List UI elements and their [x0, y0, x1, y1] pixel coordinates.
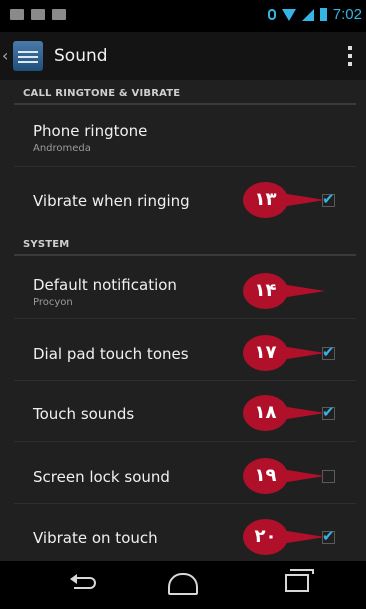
action-bar: ‹ Sound: [0, 32, 366, 80]
section-divider: [14, 103, 356, 105]
divider: [14, 166, 356, 167]
annotation-marker: ۲۰: [243, 519, 327, 555]
system-icons: 7:02: [267, 6, 362, 23]
settings-list: CALL RINGTONE & VIBRATE Phone ringtone A…: [0, 80, 366, 561]
signal-icon: [301, 8, 314, 21]
marker-number: ۲۰: [243, 519, 288, 555]
setting-summary: Andromeda: [33, 143, 91, 154]
clock: 7:02: [332, 6, 362, 23]
divider: [14, 503, 356, 504]
back-icon[interactable]: [70, 574, 98, 590]
status-bar: 7:02: [0, 0, 366, 32]
up-caret-icon[interactable]: ‹: [2, 46, 8, 65]
annotation-marker: ۱۸: [243, 395, 327, 431]
message-icon: [31, 9, 45, 20]
setting-title: Phone ringtone: [33, 122, 148, 140]
image-icon: [52, 9, 66, 20]
recent-apps-icon[interactable]: [285, 569, 314, 592]
annotation-marker: ۱۹: [243, 458, 327, 494]
marker-number: ۱۴: [243, 273, 288, 309]
divider: [14, 318, 356, 319]
page-title: Sound: [54, 46, 108, 66]
notification-icons: [10, 9, 66, 20]
annotation-marker: ۱۷: [243, 335, 327, 371]
annotation-marker: ۱۴: [243, 273, 327, 309]
overflow-menu-icon[interactable]: [348, 46, 352, 66]
marker-number: ۱۳: [243, 182, 288, 218]
section-header-call: CALL RINGTONE & VIBRATE: [23, 88, 181, 99]
setting-title: Default notification: [33, 276, 177, 294]
setting-summary: Procyon: [33, 297, 73, 308]
mail-icon: [10, 9, 24, 20]
setting-title: Vibrate when ringing: [33, 192, 190, 210]
annotation-marker: ۱۳: [243, 182, 327, 218]
setting-title: Screen lock sound: [33, 468, 170, 486]
navigation-bar: [0, 561, 366, 609]
section-header-system: SYSTEM: [23, 239, 70, 250]
marker-number: ۱۹: [243, 458, 288, 494]
marker-number: ۱۸: [243, 395, 288, 431]
wifi-icon: [281, 8, 296, 21]
setting-title: Vibrate on touch: [33, 529, 158, 547]
home-icon[interactable]: [168, 573, 198, 595]
divider: [14, 380, 356, 381]
marker-number: ۱۷: [243, 335, 288, 371]
divider: [14, 441, 356, 442]
battery-icon: [319, 8, 327, 21]
sound-settings-icon[interactable]: [13, 41, 43, 71]
setting-title: Dial pad touch tones: [33, 345, 189, 363]
setting-title: Touch sounds: [33, 405, 135, 423]
section-divider: [14, 254, 356, 256]
alarm-icon: [267, 9, 276, 20]
